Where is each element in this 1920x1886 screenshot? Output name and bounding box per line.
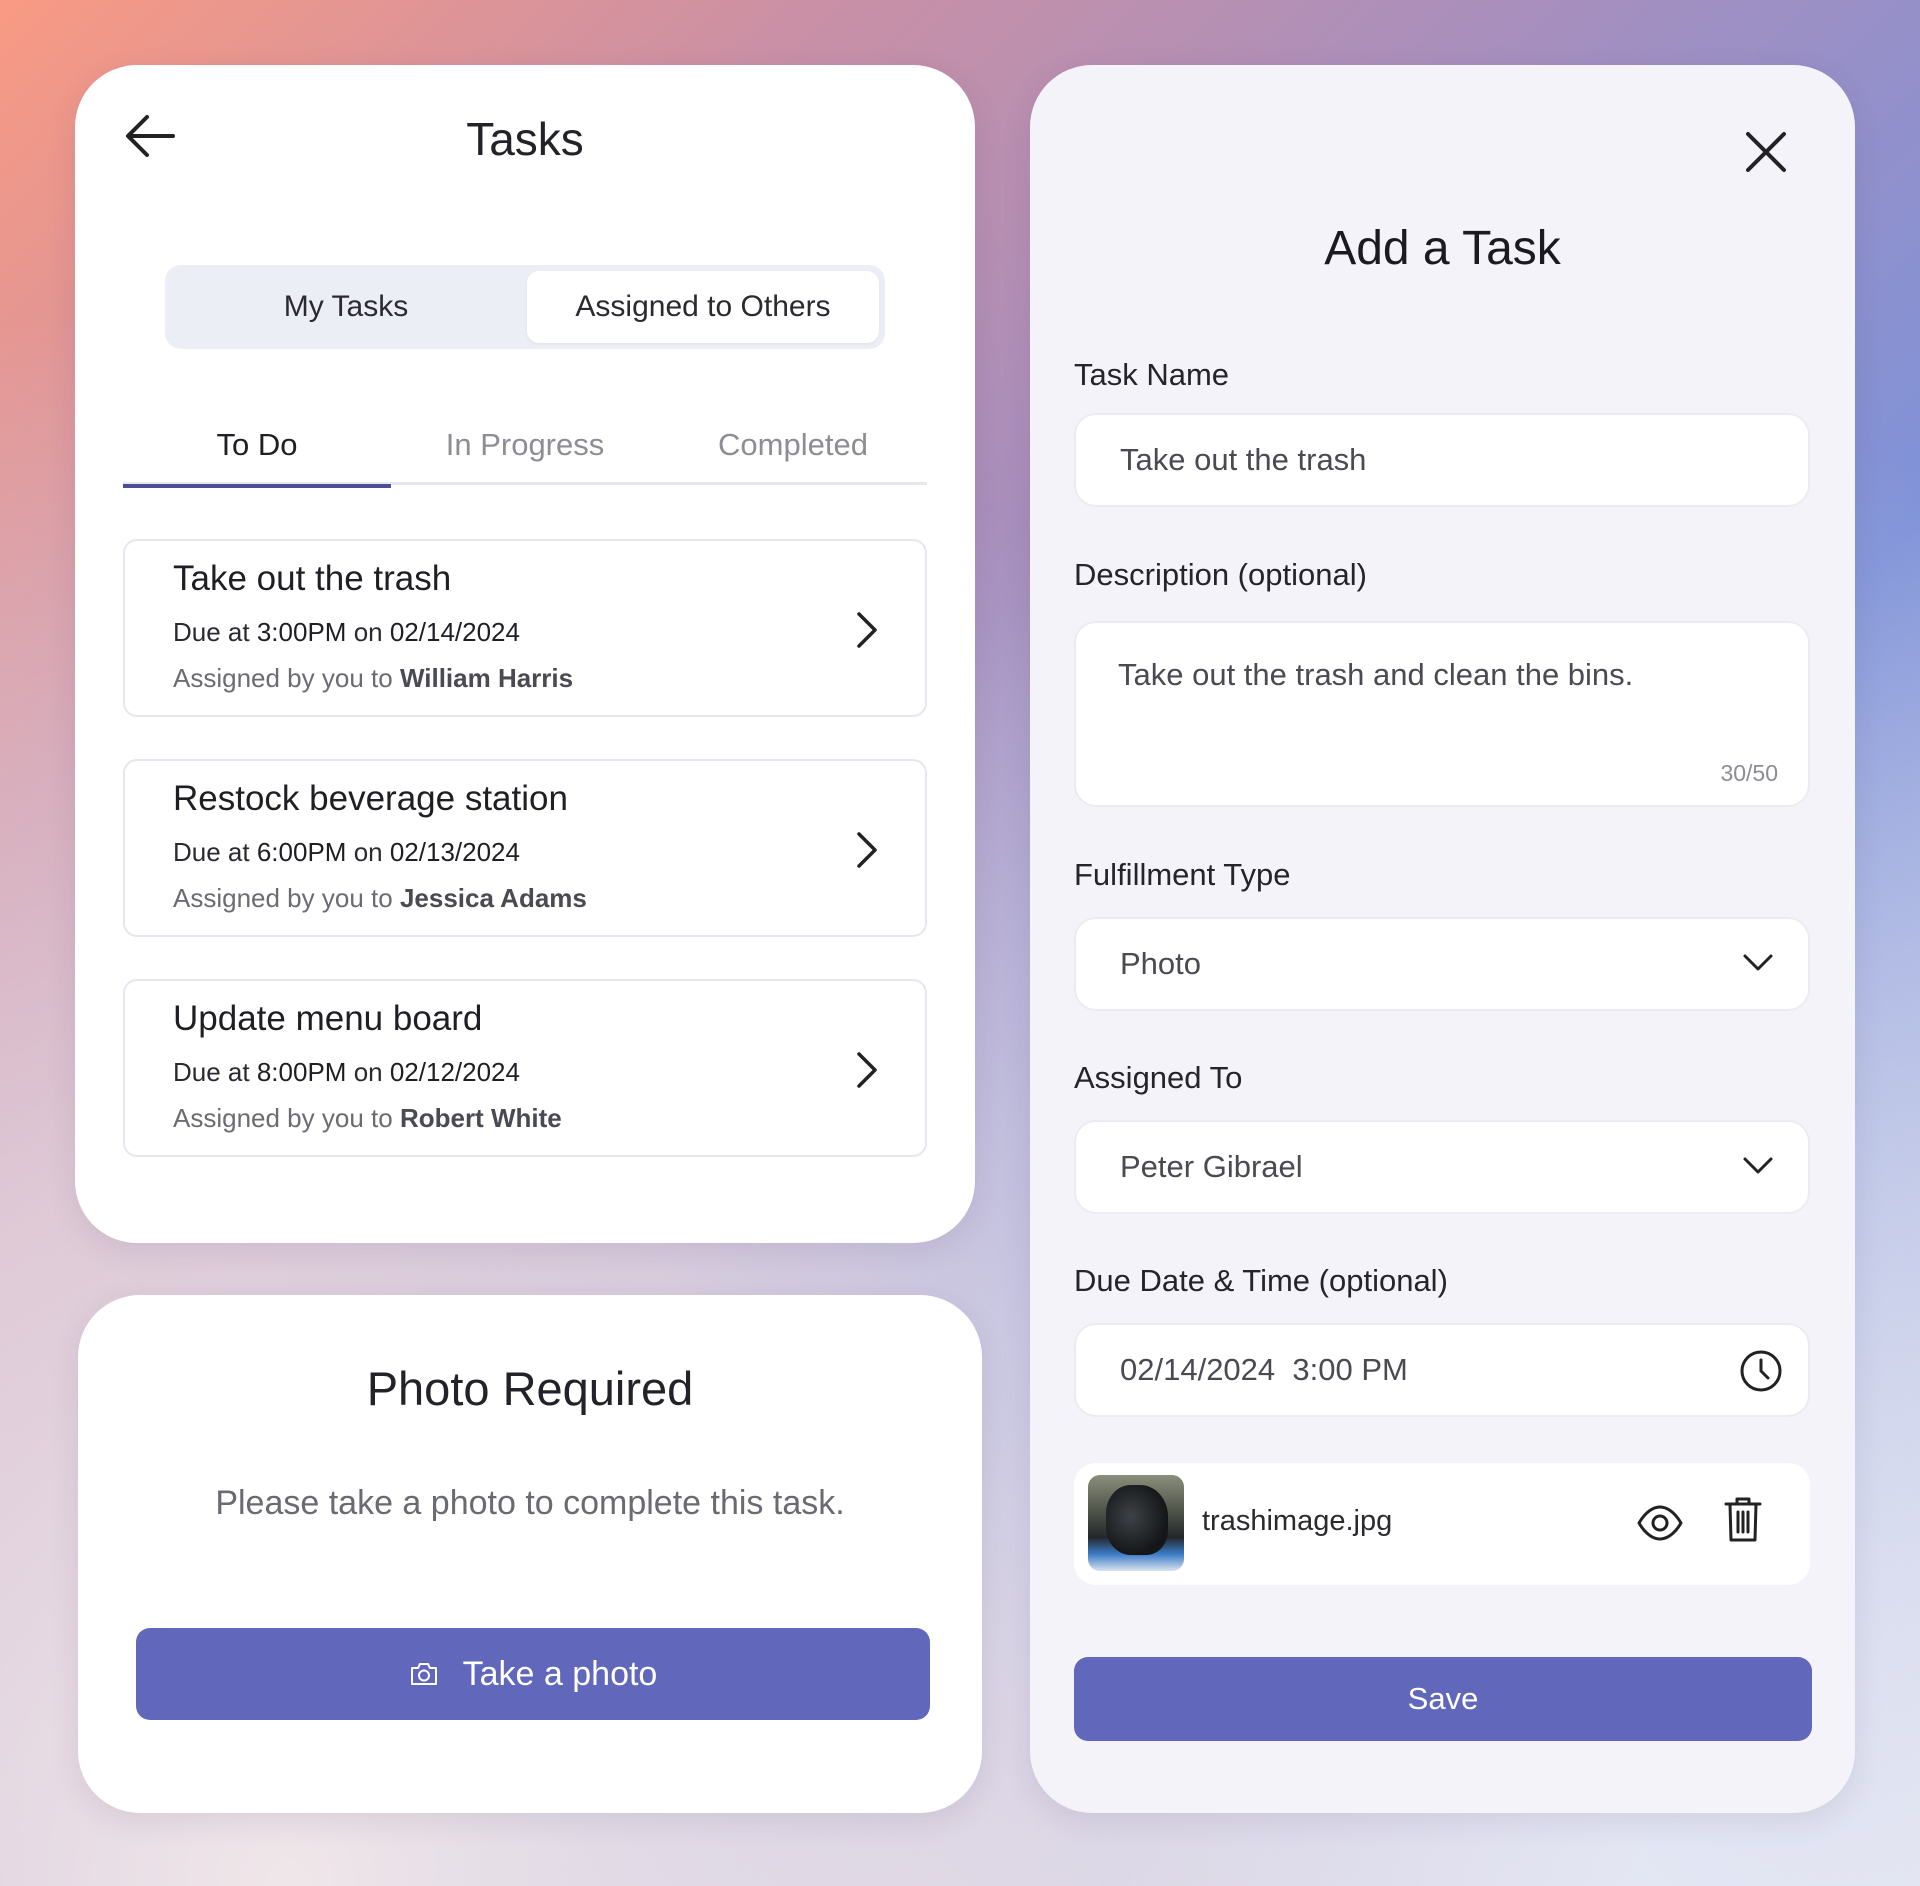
task-name-label: Task Name	[1074, 357, 1230, 392]
status-tabs: To Do In Progress Completed	[123, 415, 927, 488]
task-assignment: Assigned by you to Robert White	[173, 1103, 562, 1133]
task-name-value: Take out the trash	[1120, 442, 1367, 477]
task-due: Due at 6:00PM on 02/13/2024	[173, 837, 520, 867]
tab-to-do[interactable]: To Do	[123, 415, 391, 488]
description-field[interactable]: Take out the trash and clean the bins. 3…	[1074, 621, 1810, 807]
task-title: Restock beverage station	[173, 779, 568, 818]
description-value: Take out the trash and clean the bins.	[1118, 657, 1634, 692]
tasks-screen: Tasks My Tasks Assigned to Others To Do …	[75, 65, 975, 1243]
assigned-to-label: Assigned To	[1074, 1060, 1243, 1095]
task-list-item[interactable]: Take out the trash Due at 3:00PM on 02/1…	[123, 539, 927, 717]
add-task-form: Add a Task Task Name Take out the trash …	[1030, 65, 1855, 1813]
description-label: Description (optional)	[1074, 557, 1367, 592]
due-date-field[interactable]: 02/14/2024 3:00 PM	[1074, 1323, 1810, 1417]
task-title: Update menu board	[173, 999, 483, 1038]
segment-assigned-to-others[interactable]: Assigned to Others	[527, 271, 879, 343]
tab-in-progress[interactable]: In Progress	[391, 415, 659, 485]
fulfillment-type-value: Photo	[1120, 946, 1202, 981]
attachment-row: trashimage.jpg	[1074, 1463, 1810, 1585]
task-due: Due at 3:00PM on 02/14/2024	[173, 617, 520, 647]
page-title: Tasks	[466, 113, 584, 165]
camera-icon	[410, 1663, 437, 1685]
task-title: Take out the trash	[173, 559, 452, 598]
dialog-description: Please take a photo to complete this tas…	[215, 1484, 845, 1522]
attachment-filename: trashimage.jpg	[1202, 1505, 1393, 1537]
due-date-label: Due Date & Time (optional)	[1074, 1263, 1448, 1298]
chevron-right-icon	[857, 1052, 877, 1088]
dialog-title: Photo Required	[366, 1362, 694, 1415]
segment-my-tasks[interactable]: My Tasks	[171, 271, 521, 343]
assigned-to-value: Peter Gibrael	[1120, 1149, 1303, 1184]
attachment-thumbnail[interactable]	[1088, 1475, 1184, 1571]
chevron-right-icon	[857, 612, 877, 648]
close-icon[interactable]	[1743, 129, 1789, 175]
form-title: Add a Task	[1324, 222, 1561, 275]
clock-icon[interactable]	[1738, 1348, 1784, 1394]
character-counter: 30/50	[1720, 760, 1778, 786]
due-date-value: 02/14/2024 3:00 PM	[1120, 1352, 1408, 1387]
task-owner-segmented-control: My Tasks Assigned to Others	[165, 265, 885, 349]
task-assignment: Assigned by you to Jessica Adams	[173, 883, 587, 913]
tab-completed[interactable]: Completed	[659, 415, 927, 485]
take-photo-label: Take a photo	[462, 1654, 658, 1693]
chevron-right-icon	[857, 832, 877, 868]
eye-icon[interactable]	[1636, 1501, 1684, 1545]
assigned-to-select[interactable]: Peter Gibrael	[1074, 1120, 1810, 1214]
fulfillment-type-label: Fulfillment Type	[1074, 857, 1291, 892]
trash-icon[interactable]	[1724, 1495, 1762, 1543]
task-list-item[interactable]: Restock beverage station Due at 6:00PM o…	[123, 759, 927, 937]
chevron-down-icon	[1743, 1157, 1773, 1174]
task-assignment: Assigned by you to William Harris	[173, 663, 574, 693]
task-name-field[interactable]: Take out the trash	[1074, 413, 1810, 507]
task-due: Due at 8:00PM on 02/12/2024	[173, 1057, 520, 1087]
photo-required-dialog: Photo Required Please take a photo to co…	[78, 1295, 982, 1813]
task-list-item[interactable]: Update menu board Due at 8:00PM on 02/12…	[123, 979, 927, 1157]
fulfillment-type-select[interactable]: Photo	[1074, 917, 1810, 1011]
save-button[interactable]: Save	[1074, 1657, 1812, 1741]
take-photo-button[interactable]: Take a photo	[136, 1628, 930, 1720]
chevron-down-icon	[1743, 954, 1773, 971]
